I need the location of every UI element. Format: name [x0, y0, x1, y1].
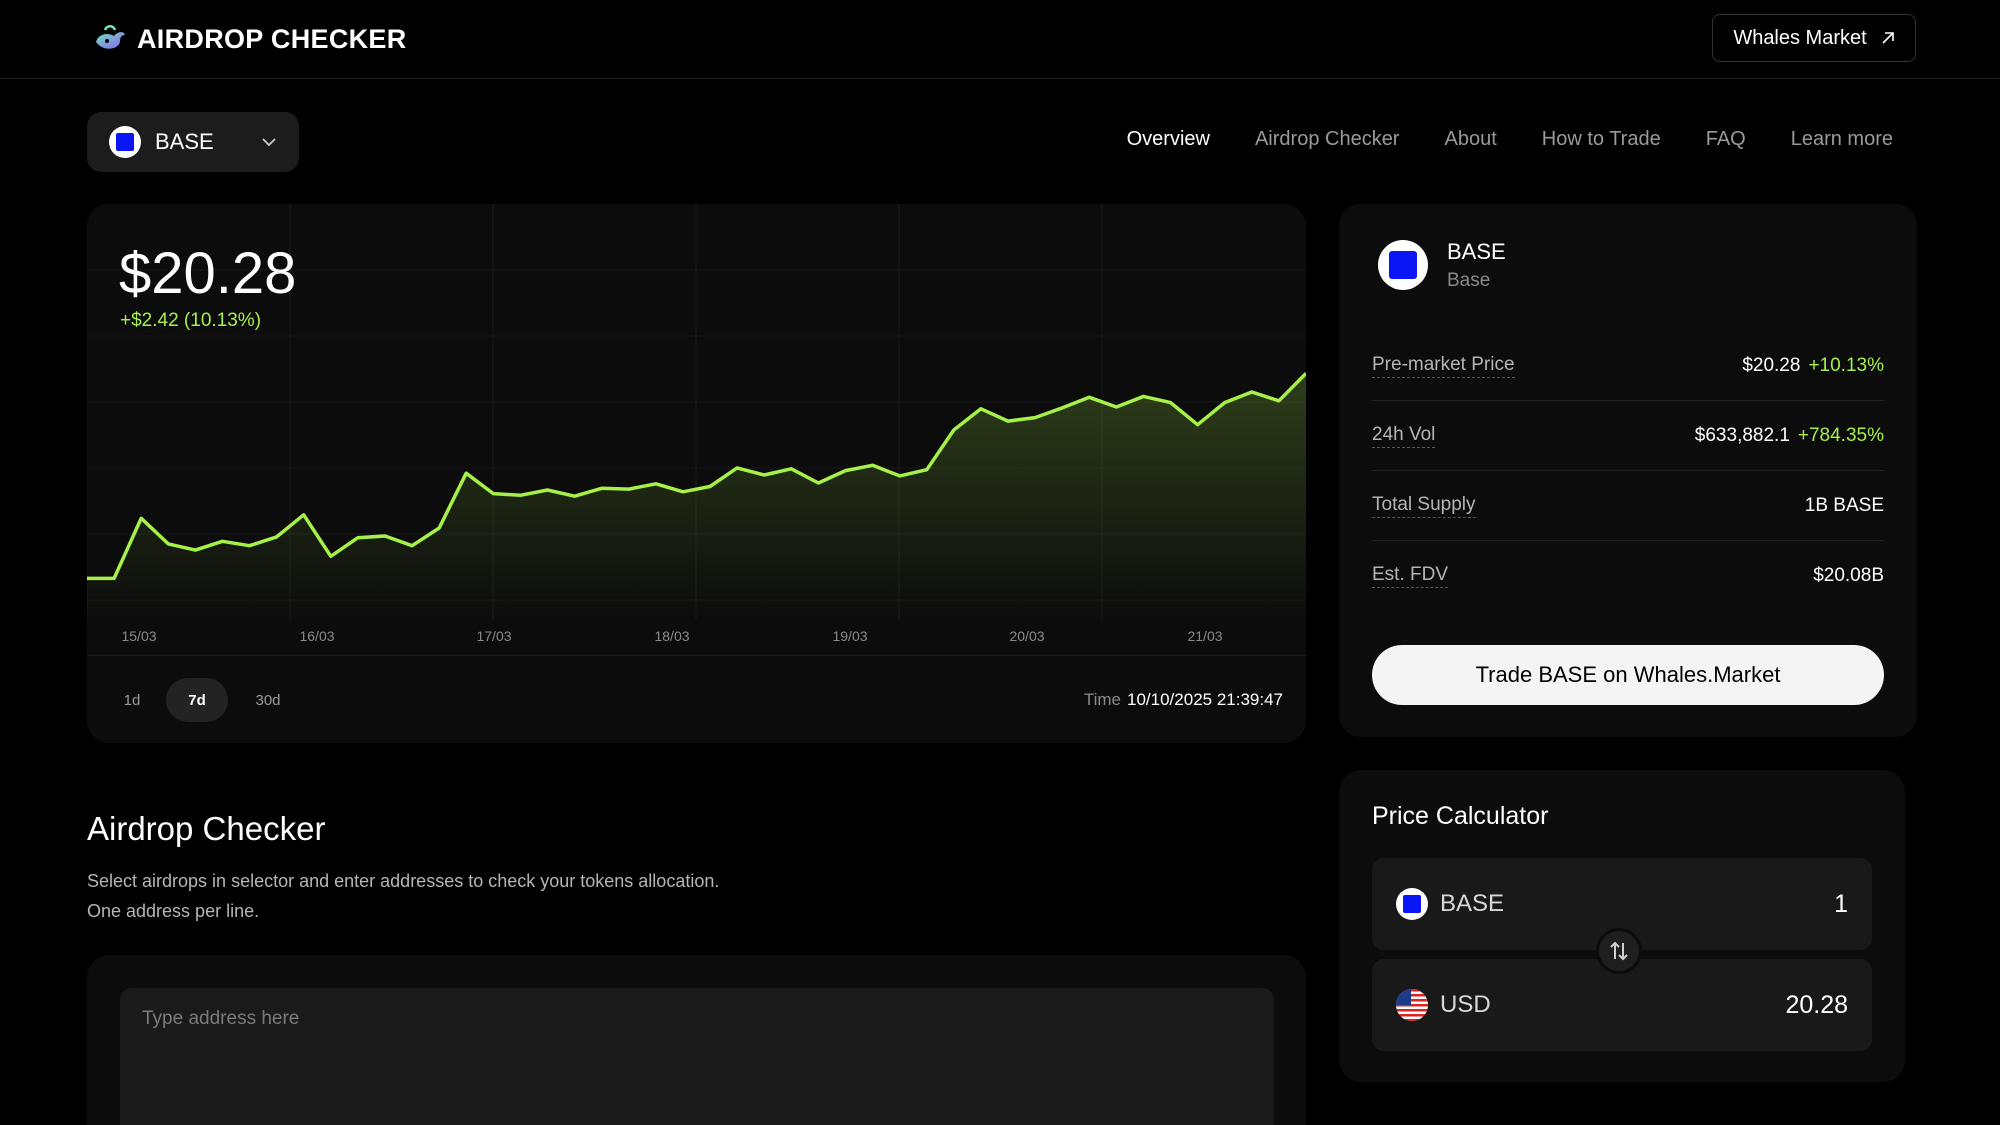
whales-market-button[interactable]: Whales Market — [1712, 14, 1916, 62]
nav-overview[interactable]: Overview — [1127, 128, 1210, 151]
time-label: Time — [1083, 690, 1122, 709]
us-flag-icon — [1396, 989, 1428, 1021]
stat-value: $633,882.1 +784.35% — [1694, 424, 1884, 446]
current-price: $20.28 — [119, 241, 297, 306]
token-symbol: BASE — [1447, 239, 1506, 264]
stat-row-premarket-price: Pre-market Price $20.28 +10.13% — [1372, 331, 1884, 401]
x-tick-label: 16/03 — [299, 628, 335, 644]
logo[interactable]: AIRDROP CHECKER — [93, 22, 407, 56]
logo-text: AIRDROP CHECKER — [137, 23, 407, 54]
x-tick-label: 15/03 — [121, 628, 157, 644]
nav-airdrop-checker[interactable]: Airdrop Checker — [1255, 128, 1400, 151]
range-1d-button[interactable]: 1d — [107, 678, 157, 722]
stat-change: +10.13% — [1808, 354, 1884, 376]
x-tick-label: 19/03 — [832, 628, 868, 644]
chart-divider — [87, 655, 1306, 656]
token-name: Base — [1447, 270, 1491, 291]
whales-market-label: Whales Market — [1733, 26, 1867, 49]
stat-value: $20.28 +10.13% — [1742, 354, 1884, 376]
arrow-up-right-icon — [1882, 32, 1894, 44]
airdrop-checker-description: Select airdrops in selector and enter ad… — [87, 871, 720, 921]
price-calculator-card: Price Calculator BASE USD — [1339, 770, 1905, 1082]
base-logo-icon — [1378, 240, 1428, 290]
main-nav: Overview Airdrop Checker About How to Tr… — [1127, 128, 1893, 151]
swap-button[interactable] — [1596, 928, 1642, 974]
swap-vertical-icon — [1610, 941, 1628, 961]
nav-about[interactable]: About — [1444, 128, 1496, 151]
chevron-down-icon — [262, 138, 276, 147]
x-tick-label: 21/03 — [1187, 628, 1223, 644]
calculator-title: Price Calculator — [1372, 802, 1549, 830]
nav-how-to-trade[interactable]: How to Trade — [1542, 128, 1661, 151]
range-30d-button[interactable]: 30d — [238, 678, 298, 722]
stat-row-24h-vol: 24h Vol $633,882.1 +784.35% — [1372, 401, 1884, 471]
address-input-card — [87, 955, 1306, 1125]
price-chart-card: $20.28 +$2.42 (10.13%) 15/03 16/03 17/03… — [87, 204, 1306, 743]
token-selector[interactable]: BASE — [87, 112, 299, 172]
stat-label[interactable]: 24h Vol — [1372, 424, 1436, 448]
from-amount-input[interactable] — [1648, 889, 1848, 919]
token-selector-label: BASE — [155, 129, 214, 154]
time-value: 10/10/2025 21:39:47 — [1127, 690, 1283, 709]
stat-label[interactable]: Total Supply — [1372, 494, 1476, 518]
nav-faq[interactable]: FAQ — [1706, 128, 1746, 151]
stat-value: 1B BASE — [1804, 494, 1884, 516]
stat-row-total-supply: Total Supply 1B BASE — [1372, 471, 1884, 541]
stat-label[interactable]: Est. FDV — [1372, 564, 1449, 588]
price-change: +$2.42 (10.13%) — [120, 310, 262, 331]
address-input[interactable] — [120, 988, 1274, 1125]
stat-row-est-fdv: Est. FDV $20.08B — [1372, 541, 1884, 611]
range-7d-button[interactable]: 7d — [166, 678, 228, 722]
whale-logo-icon — [96, 25, 125, 49]
stat-value: $20.08B — [1813, 565, 1884, 586]
chart-timestamp: Time 10/10/2025 21:39:47 — [1084, 690, 1283, 710]
airdrop-checker-title: Airdrop Checker — [87, 810, 326, 847]
to-amount-input[interactable] — [1648, 990, 1848, 1020]
stat-label[interactable]: Pre-market Price — [1372, 354, 1515, 378]
x-tick-label: 18/03 — [654, 628, 690, 644]
from-currency: BASE — [1440, 890, 1505, 917]
to-currency: USD — [1440, 991, 1491, 1018]
top-bar: AIRDROP CHECKER Whales Market — [0, 0, 2000, 79]
x-tick-label: 17/03 — [476, 628, 512, 644]
trade-button[interactable]: Trade BASE on Whales.Market — [1372, 645, 1884, 705]
token-info-card: BASE Base Pre-market Price $20.28 +10.13%… — [1339, 204, 1917, 737]
base-logo-icon — [109, 126, 141, 158]
nav-learn-more[interactable]: Learn more — [1791, 128, 1893, 151]
base-logo-icon — [1396, 888, 1428, 920]
x-tick-label: 20/03 — [1009, 628, 1045, 644]
stat-change: +784.35% — [1797, 424, 1884, 446]
